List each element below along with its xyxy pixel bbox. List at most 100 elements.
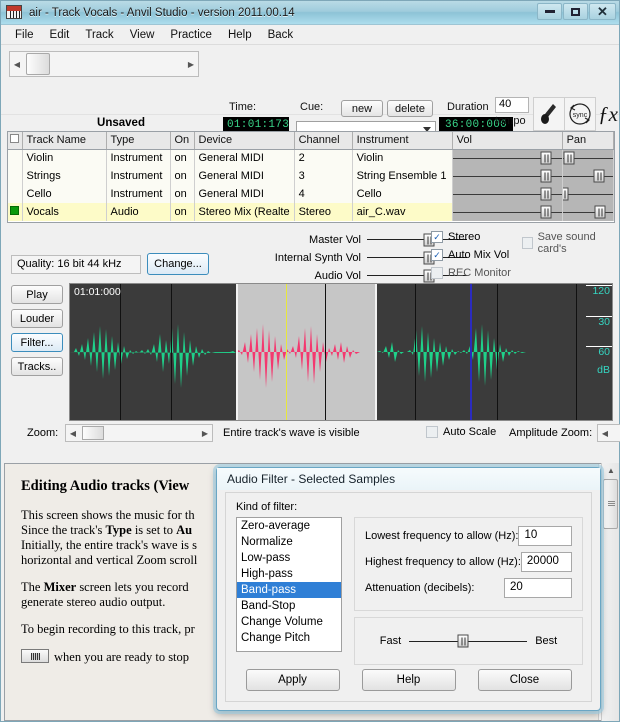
filter-option[interactable]: Band-pass — [237, 582, 341, 598]
track-vol-slider-knob[interactable] — [540, 169, 552, 183]
table-row[interactable]: Vocals Audio on Stereo Mix (Realte Stereo air… — [8, 203, 615, 221]
zoom-left-arrow-icon[interactable]: ◀ — [66, 429, 80, 438]
scroll-left-arrow-icon[interactable]: ◀ — [10, 60, 24, 69]
track-pan-slider[interactable] — [562, 185, 615, 203]
fx-icon[interactable]: ƒx — [595, 97, 620, 131]
auto-scale-checkbox[interactable] — [426, 426, 438, 438]
zoom-scrollbar-thumb[interactable] — [82, 426, 104, 440]
track-on-cell[interactable]: on — [170, 185, 195, 203]
track-device-cell[interactable]: Stereo Mix (Realte — [194, 203, 295, 221]
cue-delete-button[interactable]: delete — [387, 100, 433, 117]
page-scroll-up-arrow-icon[interactable]: ▲ — [607, 466, 615, 475]
menu-item-edit[interactable]: Edit — [42, 27, 78, 43]
track-channel-cell[interactable]: 2 — [294, 149, 353, 167]
filter-option[interactable]: Change Volume — [237, 614, 341, 630]
edit-cursor[interactable] — [470, 284, 472, 420]
filter-option[interactable]: High-pass — [237, 566, 341, 582]
column-header-channel[interactable]: Channel — [294, 132, 353, 150]
track-type-cell[interactable]: Instrument — [106, 167, 171, 185]
save-sound-card-checkbox-row[interactable]: Save sound card's — [522, 231, 615, 255]
menu-item-track[interactable]: Track — [77, 27, 121, 43]
track-instrument-cell[interactable]: Violin — [352, 149, 453, 167]
stereo-checkbox[interactable]: ✓ — [431, 231, 443, 243]
help-button[interactable]: Help — [361, 669, 456, 691]
track-channel-cell[interactable]: 4 — [294, 185, 353, 203]
row-marker[interactable] — [8, 203, 23, 221]
column-header-type[interactable]: Type — [106, 132, 171, 150]
auto-scale-checkbox-row[interactable]: Auto Scale — [426, 426, 496, 438]
quality-slider-knob[interactable] — [457, 634, 469, 648]
cue-new-button[interactable]: new — [341, 100, 383, 117]
page-scrollbar[interactable]: ▲ — [601, 463, 619, 721]
filter-type-listbox[interactable]: Zero-average Normalize Low-pass High-pass Ba… — [236, 517, 342, 652]
track-channel-cell[interactable]: Stereo — [294, 203, 353, 221]
amplitude-zoom-left-arrow-icon[interactable]: ◀ — [598, 429, 612, 438]
track-name-cell[interactable]: Vocals — [22, 203, 107, 221]
highest-frequency-input[interactable]: 20000 — [520, 552, 572, 572]
track-vol-slider-knob[interactable] — [540, 187, 552, 201]
track-vol-slider[interactable] — [452, 185, 563, 203]
menu-item-back[interactable]: Back — [260, 27, 302, 43]
rec-monitor-checkbox[interactable] — [431, 267, 443, 279]
track-on-cell[interactable]: on — [170, 203, 195, 221]
track-device-cell[interactable]: General MIDI — [194, 149, 295, 167]
table-row[interactable]: Strings Instrument on General MIDI 3 String E… — [8, 167, 615, 185]
auto-mix-vol-checkbox[interactable]: ✓ — [431, 249, 443, 261]
track-vol-slider-knob[interactable] — [540, 205, 552, 219]
filter-option[interactable]: Low-pass — [237, 550, 341, 566]
playback-cursor[interactable] — [286, 284, 287, 420]
sync-icon[interactable]: sync — [564, 97, 596, 131]
column-header-instrument[interactable]: Instrument — [352, 132, 453, 150]
column-header-device[interactable]: Device — [194, 132, 295, 150]
track-name-cell[interactable]: Violin — [22, 149, 107, 167]
filter-option[interactable]: Band-Stop — [237, 598, 341, 614]
maximize-button[interactable] — [563, 3, 588, 20]
tempo-input[interactable]: 40 — [495, 97, 529, 113]
track-pan-slider[interactable] — [562, 167, 615, 185]
column-header-on[interactable]: On — [170, 132, 195, 150]
track-instrument-cell[interactable]: String Ensemble 1 — [352, 167, 453, 185]
track-name-cell[interactable]: Cello — [22, 185, 107, 203]
track-instrument-cell[interactable]: Cello — [352, 185, 453, 203]
selection-end-handle[interactable] — [375, 284, 377, 420]
track-name-cell[interactable]: Strings — [22, 167, 107, 185]
menu-item-practice[interactable]: Practice — [162, 27, 220, 43]
track-channel-cell[interactable]: 3 — [294, 167, 353, 185]
track-pan-slider-knob[interactable] — [562, 187, 569, 201]
scrollbar-thumb[interactable] — [26, 53, 50, 75]
track-pan-slider[interactable] — [562, 149, 615, 167]
amplitude-zoom-scrollbar[interactable]: ◀ — [597, 424, 620, 442]
column-header-checkbox[interactable] — [8, 132, 23, 150]
track-on-cell[interactable]: on — [170, 167, 195, 185]
track-type-cell[interactable]: Instrument — [106, 149, 171, 167]
guitar-icon[interactable] — [533, 97, 565, 131]
column-header-vol[interactable]: Vol — [452, 132, 563, 150]
track-type-cell[interactable]: Audio — [106, 203, 171, 221]
table-row[interactable]: Violin Instrument on General MIDI 2 Violin — [8, 149, 615, 167]
filter-option[interactable]: Zero-average — [237, 518, 341, 534]
track-pan-slider-knob[interactable] — [563, 151, 575, 165]
select-all-checkbox[interactable] — [10, 134, 19, 144]
rec-monitor-checkbox-row[interactable]: REC Monitor — [431, 267, 511, 279]
close-icon[interactable]: ✕ — [589, 3, 616, 20]
filter-option[interactable]: Change Pitch — [237, 630, 341, 646]
lowest-frequency-input[interactable]: 10 — [518, 526, 572, 546]
track-pan-slider-knob[interactable] — [594, 205, 606, 219]
change-quality-button[interactable]: Change... — [147, 253, 209, 275]
track-pan-slider-knob[interactable] — [593, 169, 605, 183]
track-device-cell[interactable]: General MIDI — [194, 185, 295, 203]
track-on-cell[interactable]: on — [170, 149, 195, 167]
track-instrument-cell[interactable]: air_C.wav — [352, 203, 453, 221]
track-device-cell[interactable]: General MIDI — [194, 167, 295, 185]
scroll-right-arrow-icon[interactable]: ▶ — [184, 60, 198, 69]
auto-mix-vol-checkbox-row[interactable]: ✓ Auto Mix Vol — [431, 249, 509, 261]
zoom-right-arrow-icon[interactable]: ▶ — [198, 429, 212, 438]
menu-item-view[interactable]: View — [122, 27, 163, 43]
track-vol-slider[interactable] — [452, 167, 563, 185]
row-marker[interactable] — [8, 167, 23, 185]
track-horizontal-scrollbar[interactable]: ◀ ▶ — [9, 51, 199, 77]
track-vol-slider[interactable] — [452, 203, 563, 221]
menu-item-file[interactable]: File — [7, 27, 42, 43]
track-type-cell[interactable]: Instrument — [106, 185, 171, 203]
wave-tracks-button[interactable]: Tracks.. — [11, 357, 63, 376]
